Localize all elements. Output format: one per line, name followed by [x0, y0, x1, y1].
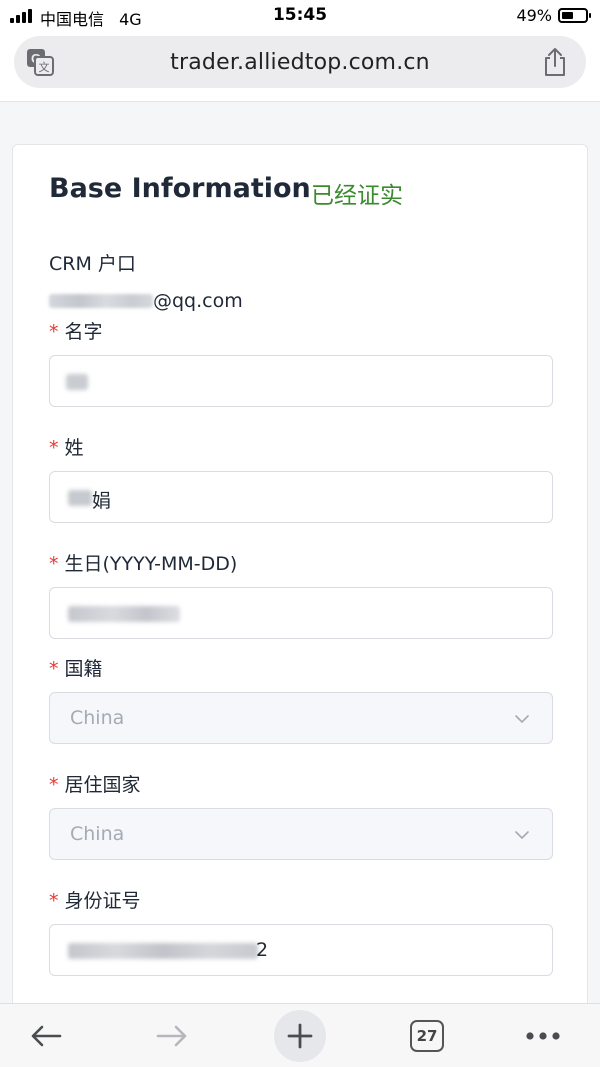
status-bar: 中国电信 4G 15:45 49% — [0, 0, 600, 32]
last-name-label: * 姓 — [49, 433, 84, 460]
nationality-value: China — [70, 707, 125, 729]
battery-fill — [562, 12, 573, 19]
new-tab-button[interactable] — [274, 1004, 326, 1067]
chevron-down-icon — [515, 831, 529, 839]
required-mark: * — [49, 658, 59, 680]
plus-icon — [287, 1023, 313, 1049]
chevron-down-icon — [515, 715, 529, 723]
card-title: Base Information — [49, 173, 311, 204]
nationality-select[interactable]: China — [49, 692, 553, 744]
tab-count: 27 — [410, 1020, 444, 1052]
first-name-input[interactable] — [49, 355, 553, 407]
id-number-value: 2 — [256, 939, 269, 961]
url-text[interactable]: trader.alliedtop.com.cn — [74, 50, 526, 75]
id-number-label-text: 身份证号 — [64, 890, 141, 912]
nationality-label: * 国籍 — [49, 654, 103, 681]
birthday-label-text: 生日(YYYY-MM-DD) — [64, 553, 238, 575]
email-redacted — [49, 294, 153, 308]
browser-toolbar: 27 — [0, 1003, 600, 1067]
browser-header: G 文 trader.alliedtop.com.cn — [0, 32, 600, 102]
battery-icon — [558, 8, 591, 23]
arrow-right-icon — [156, 1025, 187, 1047]
new-tab-circle — [274, 1010, 326, 1062]
birthday-label: * 生日(YYYY-MM-DD) — [49, 549, 237, 576]
required-mark: * — [49, 890, 59, 912]
last-name-input[interactable]: 娟 — [49, 471, 553, 523]
residence-select[interactable]: China — [49, 808, 553, 860]
crm-account-label: CRM 户口 — [49, 253, 136, 275]
first-name-label: * 名字 — [49, 317, 103, 344]
first-name-redacted — [66, 374, 88, 390]
back-button[interactable] — [22, 1004, 70, 1067]
svg-text:文: 文 — [39, 60, 50, 74]
last-name-value: 娟 — [92, 490, 112, 512]
more-dots-icon — [526, 1032, 560, 1040]
first-name-label-text: 名字 — [64, 321, 103, 343]
battery-percent: 49% — [516, 6, 552, 25]
crm-email: @qq.com — [49, 290, 243, 312]
tabs-button[interactable]: 27 — [408, 1004, 446, 1067]
address-bar[interactable]: G 文 trader.alliedtop.com.cn — [14, 36, 586, 88]
last-name-redacted — [68, 490, 92, 506]
residence-value: China — [70, 823, 125, 845]
verified-status: 已经证实 — [311, 183, 403, 209]
base-information-card: Base Information 已经证实 CRM 户口 @qq.com * 名字… — [12, 144, 588, 1024]
required-mark: * — [49, 553, 59, 575]
birthday-redacted — [68, 606, 180, 622]
id-number-label: * 身份证号 — [49, 886, 141, 913]
id-number-input[interactable]: 2 — [49, 924, 553, 976]
arrow-left-icon — [31, 1025, 62, 1047]
nationality-label-text: 国籍 — [64, 658, 103, 680]
status-time: 15:45 — [272, 5, 328, 25]
share-icon[interactable] — [542, 47, 568, 77]
required-mark: * — [49, 774, 59, 796]
email-suffix: @qq.com — [153, 290, 243, 312]
last-name-label-text: 姓 — [64, 437, 84, 459]
required-mark: * — [49, 437, 59, 459]
translate-icon[interactable]: G 文 — [26, 48, 54, 76]
forward-button[interactable] — [148, 1004, 196, 1067]
id-number-redacted — [68, 943, 258, 959]
residence-label: * 居住国家 — [49, 770, 141, 797]
required-mark: * — [49, 321, 59, 343]
more-button[interactable] — [522, 1004, 564, 1067]
birthday-input[interactable] — [49, 587, 553, 639]
residence-label-text: 居住国家 — [64, 774, 141, 796]
